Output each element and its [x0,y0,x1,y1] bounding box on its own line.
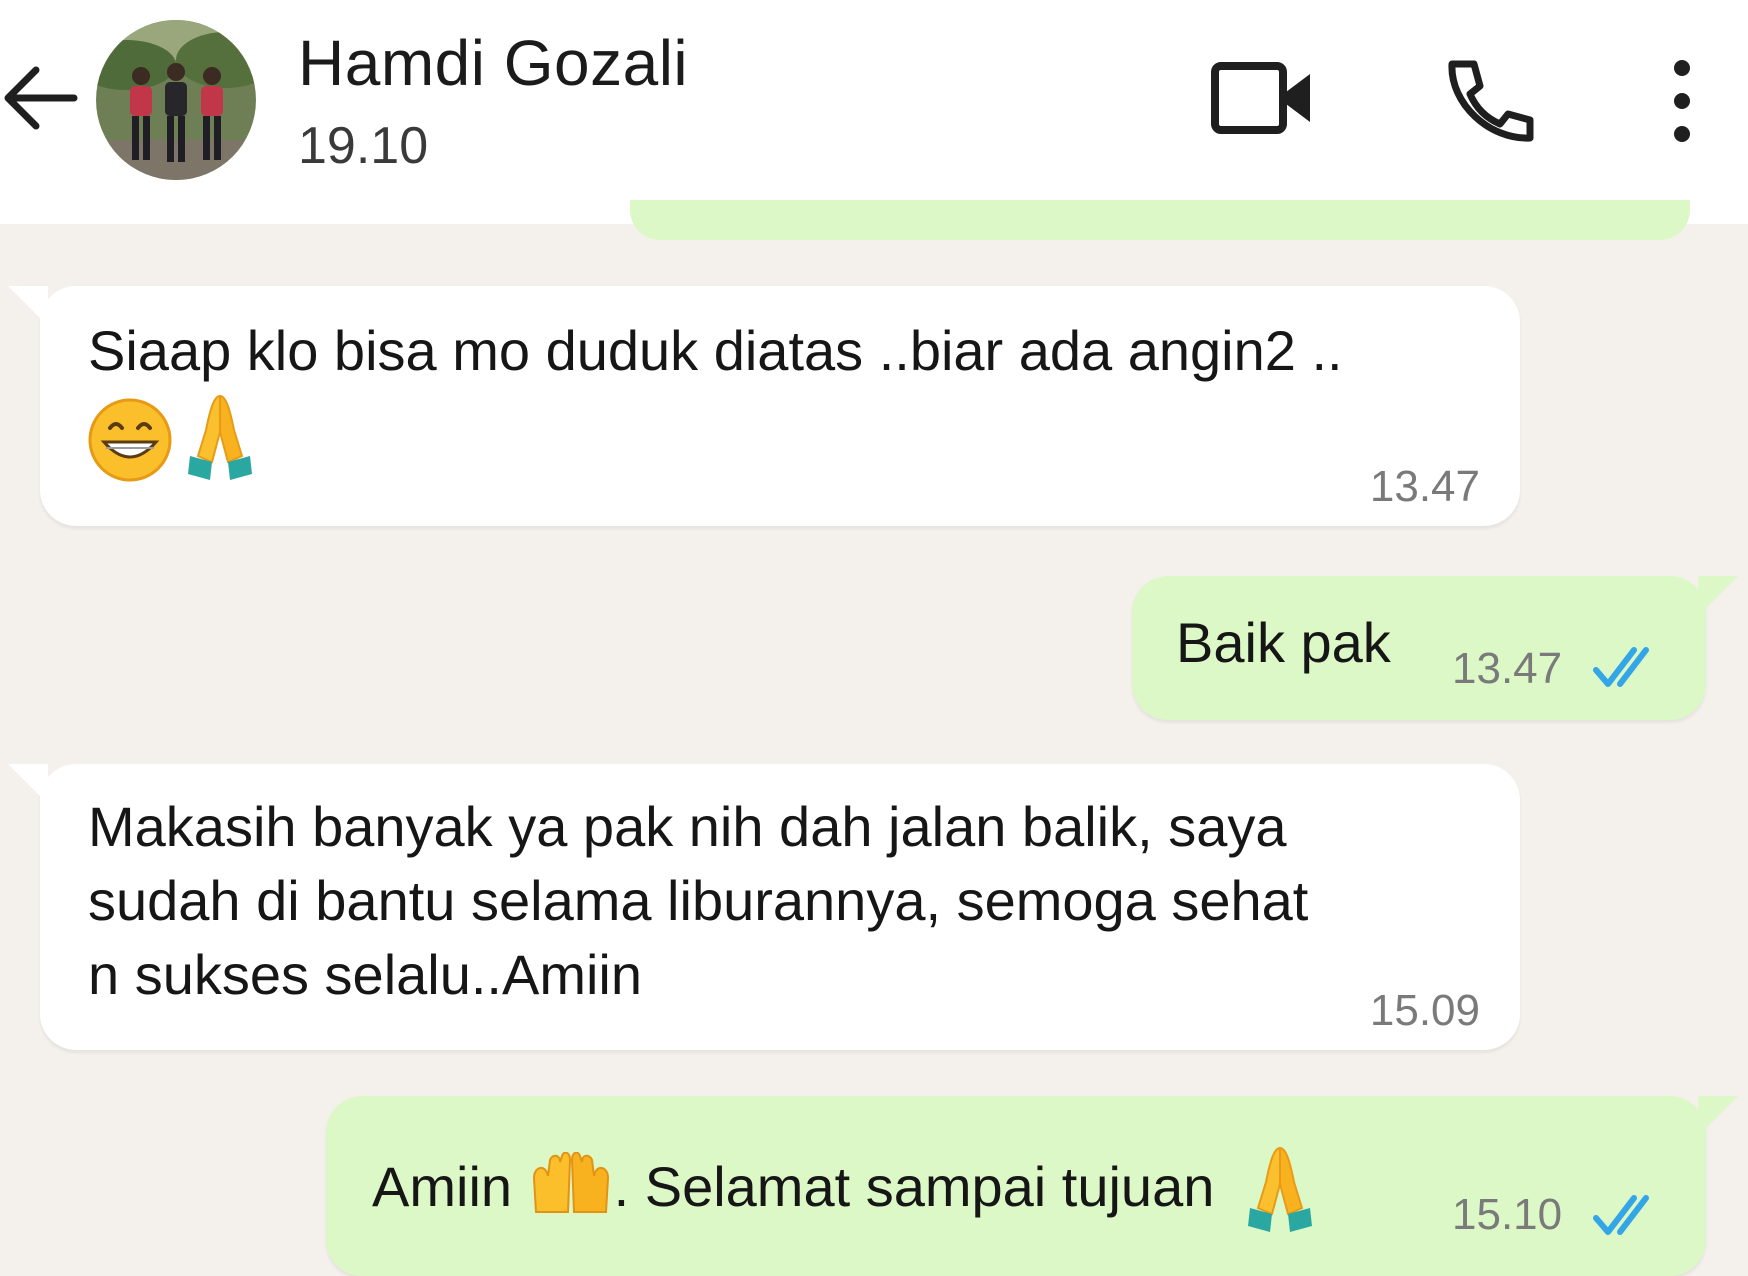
previous-message-bubble [630,200,1690,240]
message-text: Baik pak [1176,611,1391,674]
video-camera-icon [1211,62,1310,134]
video-call-button[interactable] [1210,56,1320,142]
bubble-tail [8,764,48,804]
raised-hands-emoji [528,1151,614,1218]
message-timestamp: 15.09 [1369,986,1480,1035]
message-text: Makasih banyak ya pak nih dah jalan bali… [88,795,1309,1006]
incoming-message[interactable]: Makasih banyak ya pak nih dah jalan bali… [8,764,1520,1050]
chat-header: Hamdi Gozali 19.10 [0,0,1748,224]
bubble-tail [8,286,48,326]
folded-hands-emoji [1244,1142,1316,1234]
message-text-part: . Selamat sampai tujuan [613,1155,1215,1218]
more-vertical-icon [1674,60,1690,142]
grinning-face-emoji [86,396,174,489]
bubble-tail [1698,576,1738,616]
read-receipt-icon [1593,1195,1649,1235]
last-seen-status[interactable]: 19.10 [298,116,428,176]
more-options-button[interactable] [1660,56,1704,146]
incoming-message[interactable]: Siaap klo bisa mo duduk diatas ..biar ad… [8,286,1520,526]
message-timestamp: 15.10 [1452,1190,1563,1239]
phone-icon [1448,60,1534,142]
message-text-line: Amiin . Selamat sampai tujuan [372,1142,1316,1234]
message-timestamp: 13.47 [1452,644,1563,693]
outgoing-message[interactable]: Amiin . Selamat sampai tujuan 15.10 [326,1096,1738,1276]
message-timestamp: 13.47 [1369,462,1480,511]
bubble-tail [1698,1096,1738,1136]
message-text: Siaap klo bisa mo duduk diatas ..biar ad… [88,319,1343,382]
outgoing-message[interactable]: Baik pak 13.47 [1132,576,1738,720]
back-button[interactable] [0,58,80,138]
folded-hands-emoji [184,390,256,487]
avatar-photo [96,20,256,180]
contact-avatar[interactable] [96,20,256,180]
voice-call-button[interactable] [1440,56,1536,146]
read-receipt-icon [1593,647,1649,687]
arrow-left-icon [4,66,78,130]
message-text-part: Amiin [372,1155,513,1218]
contact-name[interactable]: Hamdi Gozali [298,26,688,100]
